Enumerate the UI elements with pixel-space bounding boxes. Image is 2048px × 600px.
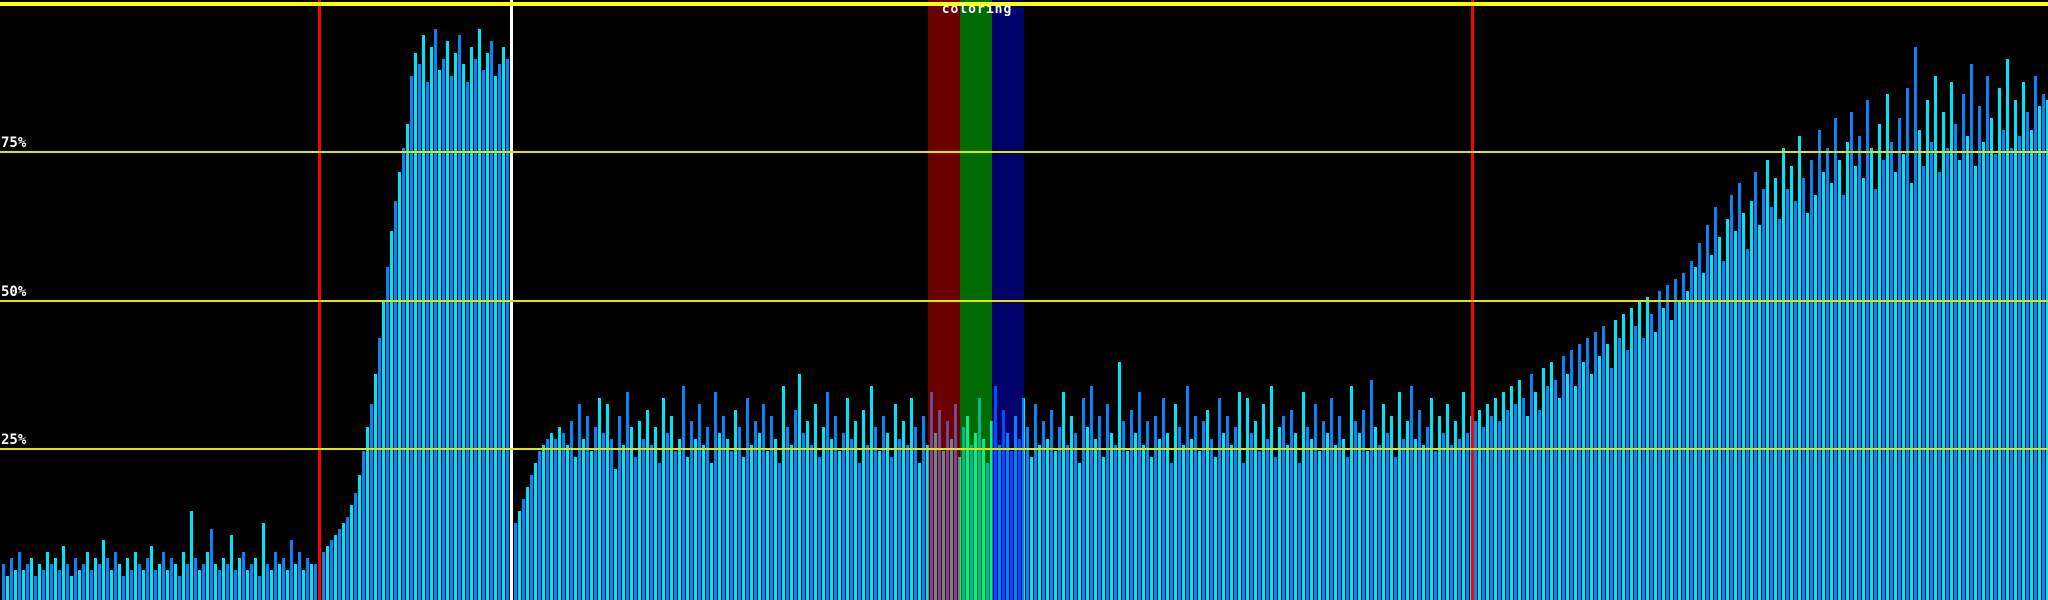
axis-label-25: 25% (1, 432, 27, 448)
histogram-chart: coloring 75% 50% 25% (0, 0, 2048, 600)
labels-layer: coloring 75% 50% 25% (0, 0, 2048, 600)
axis-label-75: 75% (1, 135, 27, 151)
coloring-label: coloring (941, 2, 1013, 17)
axis-label-50: 50% (1, 284, 27, 300)
